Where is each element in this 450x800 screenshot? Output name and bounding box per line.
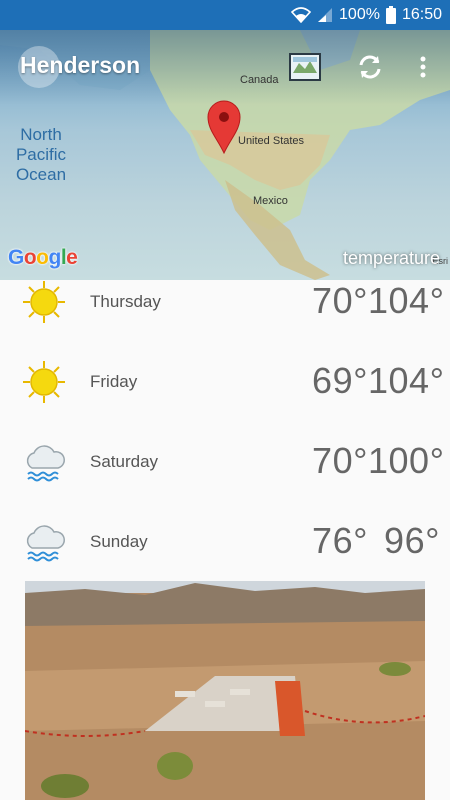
sunny-icon (22, 280, 66, 324)
refresh-icon[interactable] (353, 50, 387, 84)
map-label-mexico: Mexico (253, 195, 288, 207)
temp-high: 96° (384, 520, 440, 561)
day-name: Saturday (90, 452, 159, 471)
day-name: Friday (90, 372, 138, 391)
map-layers-icon[interactable] (288, 50, 322, 84)
signal-icon (317, 7, 333, 23)
forecast-row[interactable]: Sunday 76° 96° (0, 502, 450, 582)
map-label-usa: United States (238, 135, 305, 147)
city-title[interactable]: Henderson (20, 52, 140, 79)
day-name: Sunday (90, 532, 148, 551)
location-photo[interactable] (25, 581, 425, 800)
temp-low: 76° (312, 520, 368, 561)
battery-percent: 100% (339, 6, 380, 23)
temp-low: 70° (312, 440, 368, 481)
rain-icon (22, 440, 66, 484)
day-name: Thursday (90, 292, 161, 311)
status-bar: 100% 16:50 (0, 0, 450, 30)
forecast-list: Thursday 70°104° Friday 69°104° Saturday… (0, 262, 450, 582)
temp-high: 104° (368, 360, 445, 401)
temperature-range: 70°100° (310, 440, 445, 482)
rain-icon (22, 520, 66, 564)
temp-low: 70° (312, 280, 368, 321)
temp-high: 104° (368, 280, 445, 321)
map-label-canada: Canada (240, 74, 279, 86)
forecast-row[interactable]: Thursday 70°104° (0, 262, 450, 342)
sunny-icon (22, 360, 66, 404)
weather-map[interactable]: Canada United States Mexico North Pacifi… (0, 30, 450, 280)
more-vert-icon[interactable] (406, 50, 440, 84)
battery-icon (385, 6, 396, 24)
temperature-range: 76° 96° (310, 520, 440, 562)
clock: 16:50 (401, 6, 442, 23)
wifi-icon (291, 7, 312, 23)
temp-low: 69° (312, 360, 368, 401)
map-label-ocean: North Pacific Ocean (15, 125, 67, 184)
temperature-range: 70°104° (310, 280, 445, 322)
temperature-range: 69°104° (310, 360, 445, 402)
forecast-row[interactable]: Friday 69°104° (0, 342, 450, 422)
forecast-row[interactable]: Saturday 70°100° (0, 422, 450, 502)
temp-high: 100° (368, 440, 445, 481)
location-pin-icon[interactable] (207, 100, 241, 159)
